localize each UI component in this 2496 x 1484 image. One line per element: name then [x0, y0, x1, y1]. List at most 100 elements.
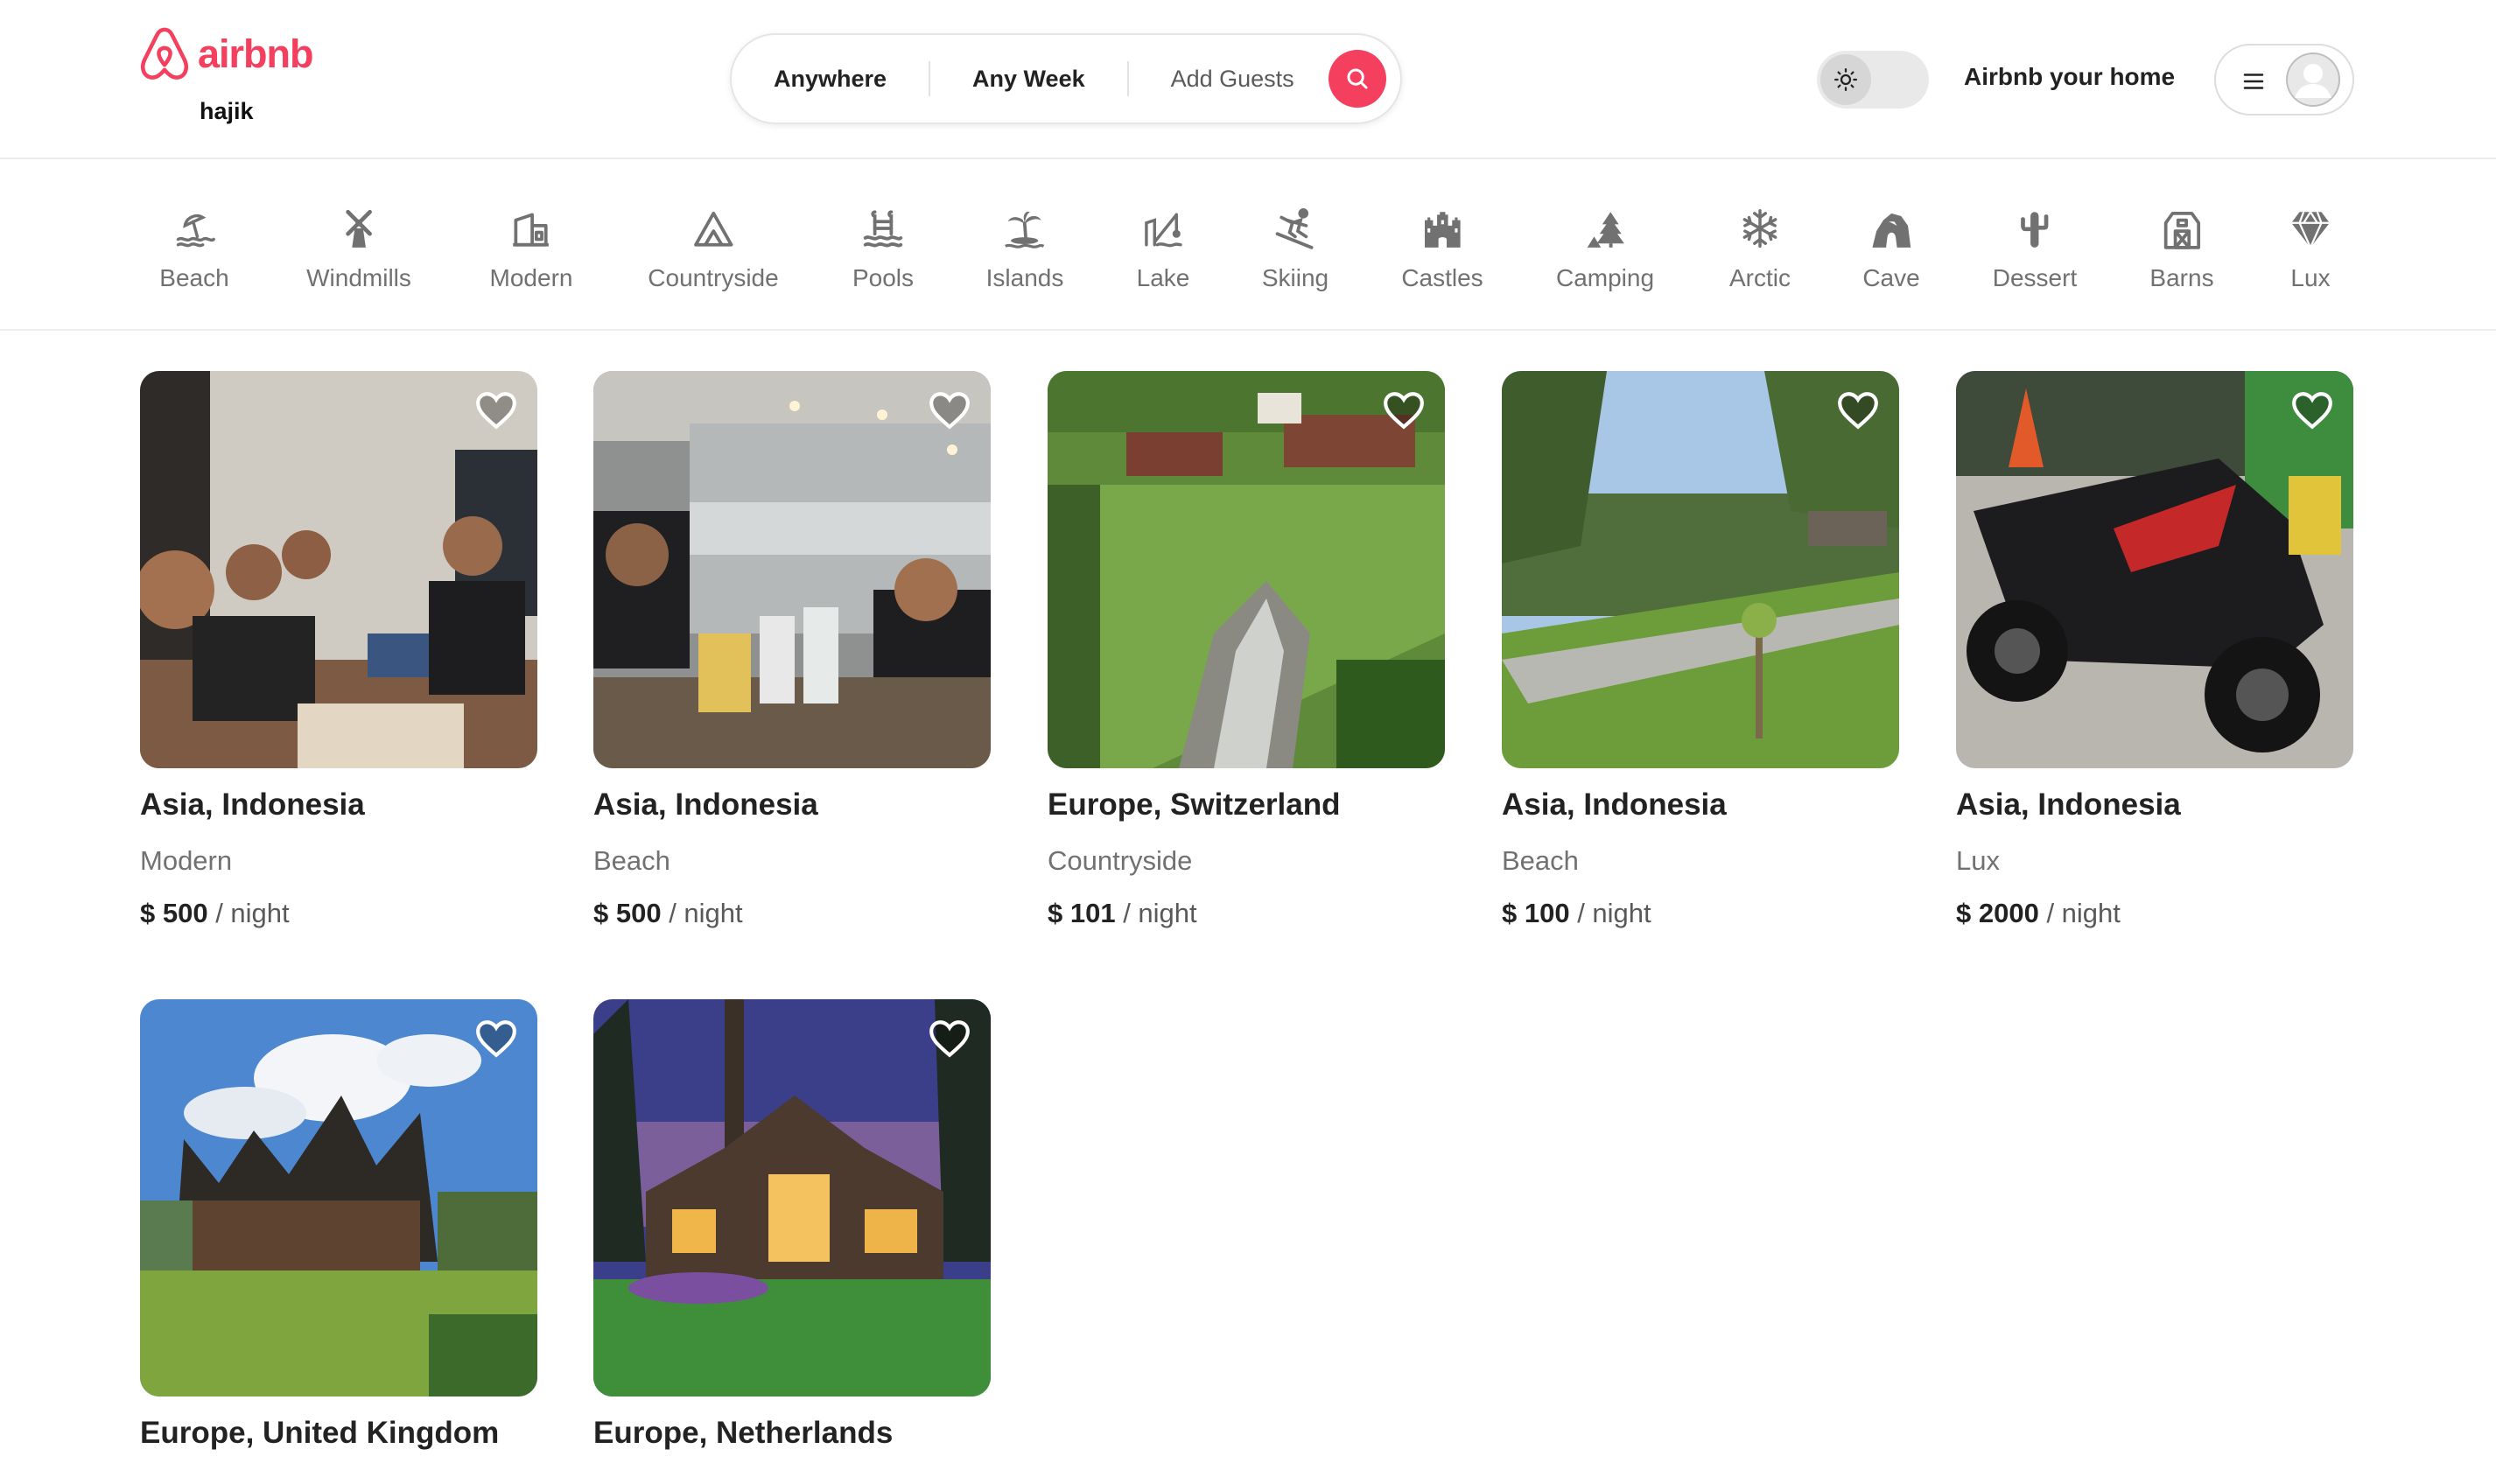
listing-photo-image	[1048, 371, 1445, 768]
category-bar: Beach Windmills Modern Countryside Pools…	[0, 159, 2496, 331]
listing-photo-image	[1956, 371, 2353, 768]
search-icon	[1347, 68, 1368, 89]
listing-photo-image	[593, 999, 991, 1396]
search-when[interactable]: Any Week	[930, 61, 1127, 96]
category-label: Castles	[1401, 264, 1483, 291]
category-castles[interactable]: Castles	[1401, 206, 1483, 292]
logo[interactable]: airbnb	[138, 26, 314, 82]
category-barns[interactable]: Barns	[2149, 206, 2214, 292]
listing-price-row: $ 100 / night	[1502, 898, 1899, 929]
listing-photo-image	[140, 371, 537, 768]
category-label: Barns	[2149, 264, 2214, 291]
heart-icon[interactable]	[474, 390, 518, 430]
listing-price-row: $ 101 / night	[1048, 898, 1445, 929]
theme-toggle[interactable]	[1817, 51, 1929, 108]
camping-tree-icon	[1587, 212, 1624, 248]
mountain-icon	[693, 211, 733, 247]
listing-price: $ 500	[593, 898, 662, 928]
category-label: Pools	[852, 264, 915, 291]
category-cave[interactable]: Cave	[1862, 206, 1920, 292]
listing-card[interactable]: Europe, United Kingdom	[140, 999, 537, 1451]
listing-photo-image	[593, 371, 991, 768]
modern-house-icon	[513, 213, 550, 247]
heart-icon[interactable]	[474, 1018, 518, 1059]
listing-price-unit: / night	[669, 898, 743, 928]
category-label: Windmills	[306, 264, 411, 291]
listing-photo-image	[1502, 371, 1899, 768]
listing-price: $ 101	[1048, 898, 1116, 928]
category-modern[interactable]: Modern	[489, 206, 573, 292]
listing-price-unit: / night	[1123, 898, 1197, 928]
island-palm-icon	[1005, 211, 1045, 248]
category-lake[interactable]: Lake	[1136, 206, 1190, 292]
heart-icon[interactable]	[1382, 390, 1426, 430]
listing-card[interactable]: Europe, Netherlands	[593, 999, 991, 1451]
listing-price: $ 500	[140, 898, 208, 928]
category-beach[interactable]: Beach	[159, 206, 229, 292]
listing-location: Europe, Netherlands	[593, 1416, 894, 1450]
toggle-knob	[1820, 54, 1871, 105]
category-windmills[interactable]: Windmills	[306, 206, 411, 292]
search-where[interactable]: Anywhere	[732, 61, 929, 96]
listing-card[interactable]: Asia, Indonesia Beach $ 100 / night	[1502, 371, 1899, 929]
category-label: Skiing	[1261, 264, 1329, 291]
listing-card[interactable]: Asia, Indonesia Beach $ 500 / night	[593, 371, 991, 929]
windmill-icon	[346, 209, 372, 248]
search-bar[interactable]: Anywhere Any Week Add Guests	[730, 33, 1402, 124]
listing-price-unit: / night	[2046, 898, 2121, 928]
listing-location: Asia, Indonesia	[1502, 788, 1727, 822]
heart-icon[interactable]	[1836, 390, 1880, 430]
category-lux[interactable]: Lux	[2289, 206, 2332, 292]
listing-price-unit: / night	[1577, 898, 1651, 928]
category-islands[interactable]: Islands	[985, 206, 1064, 292]
listing-photo[interactable]	[140, 999, 537, 1396]
search-button[interactable]	[1329, 50, 1386, 108]
category-label: Camping	[1555, 264, 1655, 291]
cave-icon	[1872, 213, 1911, 248]
listing-photo[interactable]	[1502, 371, 1899, 768]
logo-text: airbnb	[198, 32, 314, 76]
listing-photo[interactable]	[593, 999, 991, 1396]
listing-photo[interactable]	[1956, 371, 2353, 768]
category-label: Beach	[159, 264, 229, 291]
listing-card[interactable]: Asia, Indonesia Lux $ 2000 / night	[1956, 371, 2353, 929]
category-label: Cave	[1862, 264, 1920, 291]
category-label: Modern	[489, 264, 573, 291]
header: airbnb hajik Anywhere Any Week Add Guest…	[0, 0, 2496, 159]
listing-price-unit: / night	[215, 898, 290, 928]
listing-category: Beach	[593, 845, 670, 876]
listing-price-row: $ 2000 / night	[1956, 898, 2353, 929]
listing-location: Europe, Switzerland	[1048, 788, 1341, 822]
category-skiing[interactable]: Skiing	[1262, 206, 1329, 292]
beach-umbrella-icon	[176, 214, 215, 248]
airbnb-your-home-link[interactable]: Airbnb your home	[1964, 63, 2175, 91]
sun-icon	[1834, 68, 1857, 91]
listing-photo[interactable]	[140, 371, 537, 768]
barn-icon	[2163, 211, 2200, 249]
listing-photo-image	[140, 999, 537, 1396]
category-label: Lake	[1136, 264, 1190, 291]
category-label: Arctic	[1729, 264, 1791, 291]
category-label: Islands	[985, 264, 1064, 291]
listing-card[interactable]: Europe, Switzerland Countryside $ 101 / …	[1048, 371, 1445, 929]
heart-icon[interactable]	[928, 1018, 971, 1059]
listing-location: Asia, Indonesia	[140, 788, 365, 822]
listing-photo[interactable]	[593, 371, 991, 768]
heart-icon[interactable]	[2290, 390, 2334, 430]
category-label: Lux	[2290, 264, 2331, 291]
heart-icon[interactable]	[928, 390, 971, 430]
category-pools[interactable]: Pools	[852, 206, 914, 292]
category-dessert[interactable]: Dessert	[1993, 206, 2077, 292]
category-countryside[interactable]: Countryside	[648, 206, 779, 292]
category-arctic[interactable]: Arctic	[1729, 206, 1791, 292]
listing-card[interactable]: Asia, Indonesia Modern $ 500 / night	[140, 371, 537, 929]
listing-photo[interactable]	[1048, 371, 1445, 768]
user-menu-button[interactable]	[2214, 44, 2354, 116]
listing-category: Modern	[140, 845, 233, 876]
category-camping[interactable]: Camping	[1556, 206, 1654, 292]
pool-ladder-icon	[863, 210, 903, 248]
listing-price: $ 2000	[1956, 898, 2039, 928]
search-guests[interactable]: Add Guests	[1129, 61, 1315, 96]
listing-location: Europe, United Kingdom	[140, 1416, 500, 1450]
diamond-icon	[2291, 211, 2330, 250]
